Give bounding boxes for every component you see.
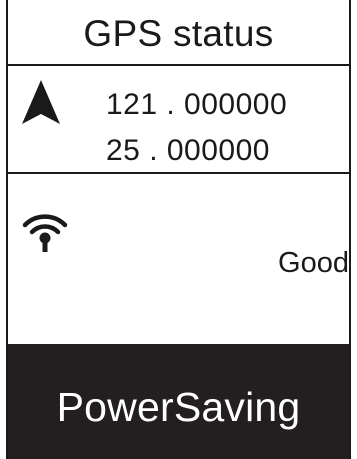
longitude-value: 121 . 000000 [106, 88, 288, 121]
power-mode-bar: PowerSaving [8, 344, 349, 459]
title-bar: GPS status [8, 0, 349, 66]
signal-status-text: Good [278, 247, 349, 279]
gps-status-screen: GPS status 121 . 000000 25 . 000000 Good… [6, 0, 351, 459]
page-title: GPS status [83, 13, 274, 54]
signal-section: Good [8, 174, 349, 344]
position-section: 121 . 000000 25 . 000000 [8, 66, 349, 174]
navigation-arrow-icon [22, 80, 60, 124]
gps-signal-icon [22, 214, 68, 252]
power-mode-label: PowerSaving [56, 384, 301, 430]
latitude-value: 25 . 000000 [106, 134, 270, 167]
